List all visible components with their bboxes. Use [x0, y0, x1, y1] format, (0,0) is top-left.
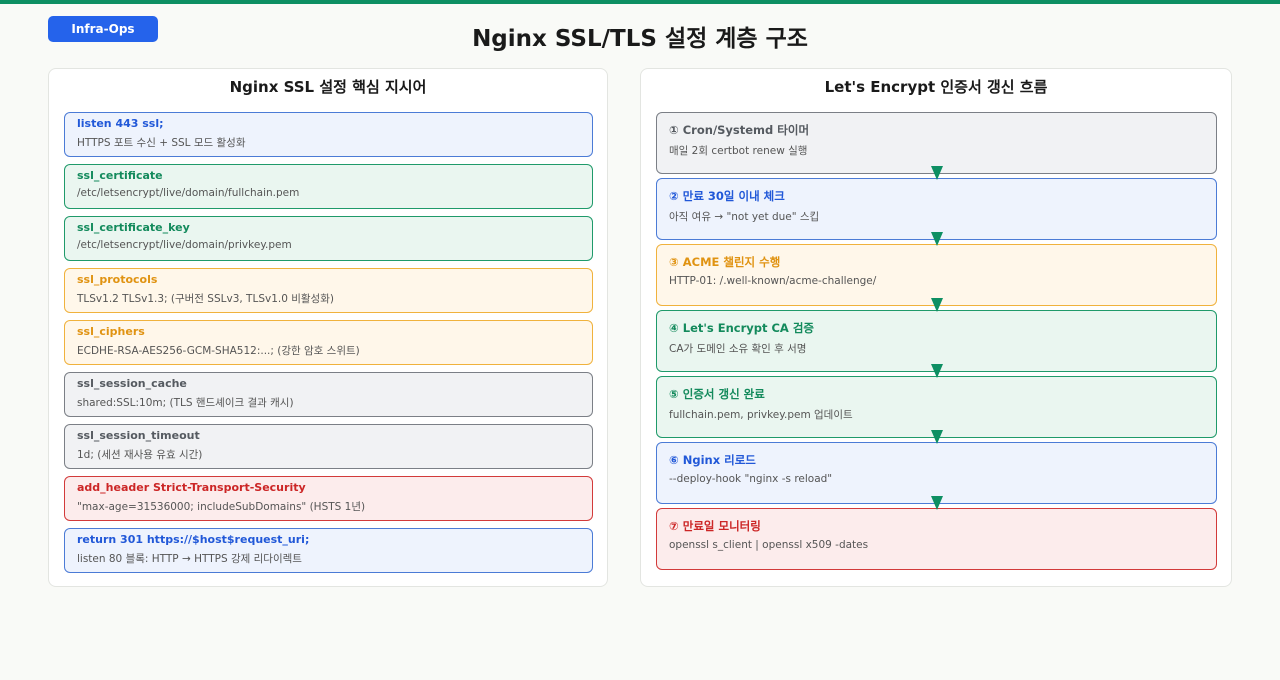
top-accent-bar: [0, 0, 1280, 4]
directive-key: ssl_certificate: [77, 169, 163, 182]
flow-step-desc: 아직 여유 → "not yet due" 스킵: [669, 211, 820, 223]
directive-key: ssl_protocols: [77, 273, 158, 286]
directive-desc: shared:SSL:10m; (TLS 핸드셰이크 결과 캐시): [77, 397, 294, 409]
directive-card: ssl_certificate /etc/letsencrypt/live/do…: [64, 164, 593, 209]
flow-arrow-down-icon: [931, 166, 943, 180]
directive-card: ssl_session_cache shared:SSL:10m; (TLS 핸…: [64, 372, 593, 417]
directive-key: ssl_session_timeout: [77, 429, 200, 442]
flow-step-desc: fullchain.pem, privkey.pem 업데이트: [669, 409, 853, 421]
flow-step: ⑦ 만료일 모니터링 openssl s_client | openssl x5…: [656, 508, 1217, 570]
flow-step-title: ⑥ Nginx 리로드: [669, 453, 756, 467]
flow-arrow-down-icon: [931, 364, 943, 378]
directive-key: return 301 https://$host$request_uri;: [77, 533, 310, 546]
renewal-flow-panel: Let's Encrypt 인증서 갱신 흐름 ① Cron/Systemd 타…: [640, 68, 1232, 587]
directive-key: ssl_ciphers: [77, 325, 145, 338]
flow-step: ② 만료 30일 이내 체크 아직 여유 → "not yet due" 스킵: [656, 178, 1217, 240]
directive-card: listen 443 ssl; HTTPS 포트 수신 + SSL 모드 활성화: [64, 112, 593, 157]
directives-panel: Nginx SSL 설정 핵심 지시어 listen 443 ssl; HTTP…: [48, 68, 608, 587]
flow-step: ⑥ Nginx 리로드 --deploy-hook "nginx -s relo…: [656, 442, 1217, 504]
directive-key: listen 443 ssl;: [77, 117, 164, 130]
directive-card: return 301 https://$host$request_uri; li…: [64, 528, 593, 573]
directive-desc: "max-age=31536000; includeSubDomains" (H…: [77, 501, 366, 513]
directive-desc: ECDHE-RSA-AES256-GCM-SHA512:...; (강한 암호 …: [77, 345, 360, 357]
directive-card: ssl_certificate_key /etc/letsencrypt/liv…: [64, 216, 593, 261]
flow-arrow-down-icon: [931, 496, 943, 510]
directive-key: ssl_certificate_key: [77, 221, 190, 234]
flow-step-title: ⑤ 인증서 갱신 완료: [669, 387, 765, 401]
flow-arrow-down-icon: [931, 430, 943, 444]
directive-card: ssl_protocols TLSv1.2 TLSv1.3; (구버전 SSLv…: [64, 268, 593, 313]
directives-panel-title: Nginx SSL 설정 핵심 지시어: [229, 78, 427, 96]
flow-step: ① Cron/Systemd 타이머 매일 2회 certbot renew 실…: [656, 112, 1217, 174]
flow-step-title: ⑦ 만료일 모니터링: [669, 519, 761, 533]
flow-step: ③ ACME 챌린지 수행 HTTP-01: /.well-known/acme…: [656, 244, 1217, 306]
flow-step-desc: HTTP-01: /.well-known/acme-challenge/: [669, 275, 877, 287]
directive-key: add_header Strict-Transport-Security: [77, 481, 306, 494]
directive-key: ssl_session_cache: [77, 377, 187, 390]
directive-desc: /etc/letsencrypt/live/domain/privkey.pem: [77, 239, 292, 251]
flow-step-title: ④ Let's Encrypt CA 검증: [669, 321, 814, 335]
flow-step-desc: 매일 2회 certbot renew 실행: [669, 145, 808, 157]
directive-desc: TLSv1.2 TLSv1.3; (구버전 SSLv3, TLSv1.0 비활성…: [77, 293, 334, 305]
flow-arrow-down-icon: [931, 298, 943, 312]
flow-step-title: ② 만료 30일 이내 체크: [669, 189, 785, 203]
directive-desc: listen 80 블록: HTTP → HTTPS 강제 리다이렉트: [77, 553, 302, 565]
directive-card: add_header Strict-Transport-Security "ma…: [64, 476, 593, 521]
flow-arrow-down-icon: [931, 232, 943, 246]
flow-step-title: ① Cron/Systemd 타이머: [669, 123, 810, 137]
flow-step-desc: openssl s_client | openssl x509 -dates: [669, 539, 869, 551]
flow-step-desc: CA가 도메인 소유 확인 후 서명: [669, 343, 807, 355]
renewal-flow-panel-title: Let's Encrypt 인증서 갱신 흐름: [824, 78, 1048, 96]
flow-step: ⑤ 인증서 갱신 완료 fullchain.pem, privkey.pem 업…: [656, 376, 1217, 438]
directive-card: ssl_session_timeout 1d; (세션 재사용 유효 시간): [64, 424, 593, 469]
directive-card: ssl_ciphers ECDHE-RSA-AES256-GCM-SHA512:…: [64, 320, 593, 365]
flow-step-desc: --deploy-hook "nginx -s reload": [669, 473, 833, 485]
directive-desc: 1d; (세션 재사용 유효 시간): [77, 449, 203, 461]
flow-step-title: ③ ACME 챌린지 수행: [669, 255, 781, 269]
page-title: Nginx SSL/TLS 설정 계층 구조: [472, 26, 808, 52]
flow-step: ④ Let's Encrypt CA 검증 CA가 도메인 소유 확인 후 서명: [656, 310, 1217, 372]
directive-desc: HTTPS 포트 수신 + SSL 모드 활성화: [77, 137, 246, 149]
directive-desc: /etc/letsencrypt/live/domain/fullchain.p…: [77, 187, 300, 199]
